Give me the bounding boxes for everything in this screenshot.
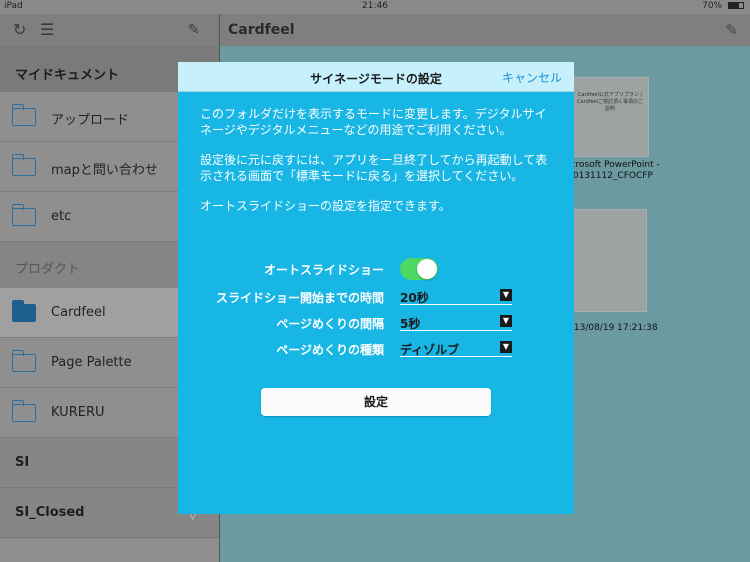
dialog-header: サイネージモードの設定 キャンセル xyxy=(178,62,574,92)
autoslide-toggle[interactable] xyxy=(400,258,438,280)
battery-percent: 70% xyxy=(702,1,723,11)
sidebar-group-label: SI xyxy=(15,455,30,470)
sidebar-item-label: KURERU xyxy=(51,405,105,420)
sidebar-item-label: etc xyxy=(51,209,72,224)
interval-value: 5秒 xyxy=(400,317,421,331)
toggle-knob xyxy=(417,259,437,279)
thumbnail-text: Cardfeel公式アプリプラン / Cardfeelご検討頂く事項のご説明 xyxy=(577,92,643,112)
sidebar-toolbar: ↻ ☰ ✎ xyxy=(0,14,219,46)
interval-label: ページめくりの間隔 xyxy=(276,317,384,331)
transition-type-select[interactable]: ディゾルブ ▼ xyxy=(400,339,512,357)
slideshow-intro: オートスライドショーの設定を指定できます。 xyxy=(200,199,451,213)
folder-icon xyxy=(12,104,36,126)
open-folder-icon xyxy=(12,300,36,322)
chevron-down-icon: ▼ xyxy=(500,289,512,301)
folder-icon xyxy=(12,400,36,422)
document-thumbnail[interactable]: Cardfeel公式アプリプラン / Cardfeelご検討頂く事項のご説明 xyxy=(571,77,649,157)
status-bar: iPad 21:46 70% xyxy=(0,0,750,14)
folder-icon xyxy=(12,154,36,176)
autoslide-row: オートスライドショー xyxy=(178,258,574,280)
start-time-label: スライドショー開始までの時間 xyxy=(215,291,384,305)
start-time-row: スライドショー開始までの時間 20秒 ▼ xyxy=(178,286,574,306)
chevron-down-icon: ▼ xyxy=(500,315,512,327)
sidebar-item-label: Page Palette xyxy=(51,355,132,370)
transition-type-row: ページめくりの種類 ディゾルブ ▼ xyxy=(178,338,574,358)
folder-icon xyxy=(12,204,36,226)
folder-icon xyxy=(12,350,36,372)
battery-status: 70% xyxy=(702,1,744,11)
pencil-icon[interactable]: ✎ xyxy=(725,21,738,39)
description-paragraph: このフォルダだけを表示するモードに変更します。デジタルサイネージやデジタルメニュ… xyxy=(200,107,547,137)
interval-select[interactable]: 5秒 ▼ xyxy=(400,313,512,331)
restore-instructions: 設定後に元に戻すには、アプリを一旦終了してから再起動して表示される画面で「標準モ… xyxy=(200,153,548,183)
chevron-down-icon: ▼ xyxy=(500,341,512,353)
pencil-icon[interactable]: ✎ xyxy=(188,21,200,39)
apply-settings-button[interactable]: 設定 xyxy=(261,388,491,416)
battery-icon xyxy=(728,2,744,9)
sidebar-item-label: アップロード xyxy=(51,113,130,128)
main-toolbar: Cardfeel ✎ xyxy=(220,14,750,46)
start-time-select[interactable]: 20秒 ▼ xyxy=(400,287,512,305)
document-thumbnail[interactable] xyxy=(573,209,647,312)
transition-type-value: ディゾルブ xyxy=(400,343,460,357)
refresh-icon[interactable]: ↻ xyxy=(13,21,26,39)
sidebar-group-label: SI_Closed xyxy=(15,505,85,520)
autoslide-label: オートスライドショー xyxy=(263,263,384,277)
transition-type-label: ページめくりの種類 xyxy=(276,343,384,357)
dialog-body: このフォルダだけを表示するモードに変更します。デジタルサイネージやデジタルメニュ… xyxy=(178,92,574,214)
start-time-value: 20秒 xyxy=(400,291,429,305)
cancel-button[interactable]: キャンセル xyxy=(502,69,562,86)
page-title: Cardfeel xyxy=(228,22,295,38)
sidebar-item-label: mapと問い合わせ xyxy=(51,163,158,178)
menu-icon[interactable]: ☰ xyxy=(40,21,54,39)
sidebar-item-label: Cardfeel xyxy=(51,305,106,320)
signage-mode-dialog: サイネージモードの設定 キャンセル このフォルダだけを表示するモードに変更します… xyxy=(178,62,574,514)
interval-row: ページめくりの間隔 5秒 ▼ xyxy=(178,312,574,332)
status-time: 21:46 xyxy=(362,1,388,11)
